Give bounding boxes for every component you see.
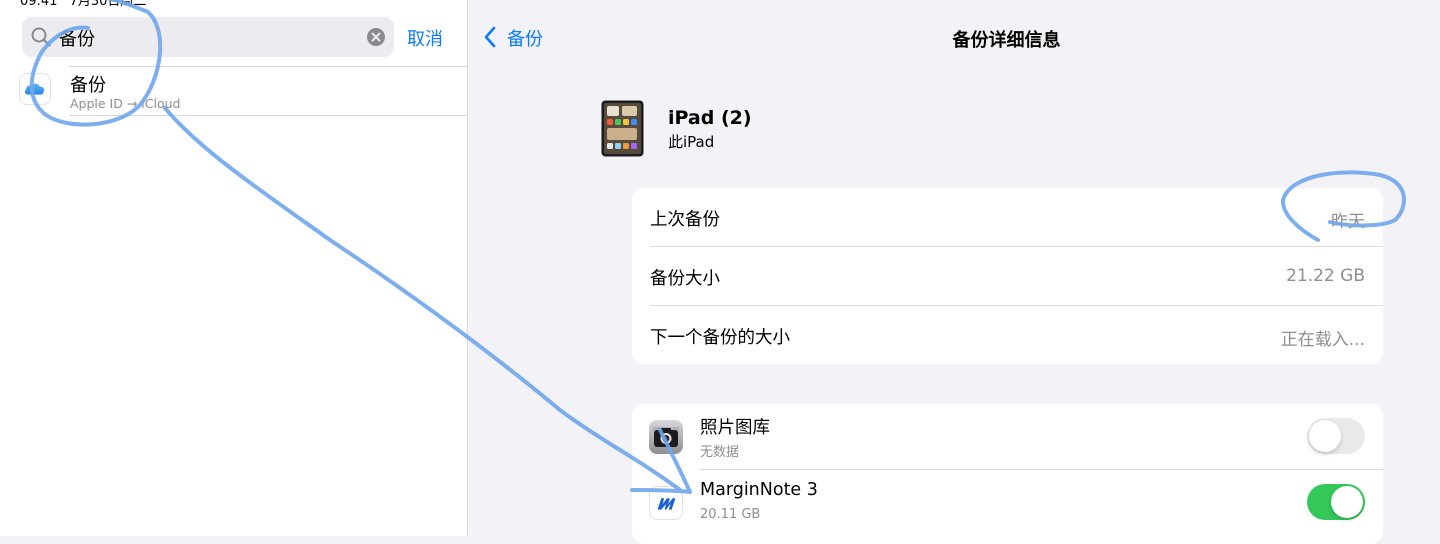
- info-row-backup-size: 备份大小 21.22 GB: [632, 247, 1383, 305]
- search-result-item[interactable]: 备份 Apple ID → iCloud: [0, 67, 468, 115]
- marginnote-icon: [649, 486, 683, 520]
- info-row-last-backup: 上次备份 昨天: [632, 188, 1383, 246]
- backup-detail-pane: 备份 备份详细信息 iPad (2) 此iPad 上次备份 昨天 备份大小 21…: [469, 0, 1440, 544]
- device-subtitle: 此iPad: [668, 133, 715, 151]
- camera-icon: [649, 420, 683, 454]
- app-detail: 无数据: [700, 445, 740, 460]
- app-detail: 20.11 GB: [700, 507, 761, 522]
- search-query[interactable]: 备份: [59, 25, 95, 51]
- toggle-knob: [1309, 420, 1341, 452]
- status-bar: 09:41 7月30日周二: [20, 0, 146, 9]
- photos-backup-toggle[interactable]: [1307, 418, 1365, 454]
- search-input[interactable]: 备份: [22, 17, 394, 57]
- marginnote-backup-toggle[interactable]: [1307, 484, 1365, 520]
- app-row-marginnote: MarginNote 3 20.11 GB: [632, 470, 1383, 534]
- result-title: 备份: [70, 75, 106, 96]
- icloud-icon: [19, 73, 51, 105]
- clear-icon[interactable]: [366, 27, 386, 47]
- info-value: 21.22 GB: [1286, 266, 1365, 286]
- cancel-button[interactable]: 取消: [407, 25, 443, 51]
- info-label: 下一个备份的大小: [650, 328, 790, 348]
- info-row-next-backup-size: 下一个备份的大小 正在载入...: [632, 306, 1383, 364]
- divider: [69, 115, 468, 116]
- app-row-photos: 照片图库 无数据: [632, 404, 1383, 468]
- app-name: 照片图库: [700, 418, 770, 438]
- search-icon: [31, 27, 51, 47]
- app-name: MarginNote 3: [700, 480, 818, 500]
- search-sidebar: 09:41 7月30日周二 备份 取消 备份 Apple ID → iCloud: [0, 0, 468, 536]
- ipad-icon: [601, 100, 644, 157]
- device-name: iPad (2): [668, 107, 752, 129]
- toggle-knob: [1331, 486, 1363, 518]
- info-value: 正在载入...: [1280, 330, 1365, 350]
- info-label: 备份大小: [650, 269, 720, 289]
- status-date: 7月30日周二: [69, 0, 147, 9]
- backup-info-card: 上次备份 昨天 备份大小 21.22 GB 下一个备份的大小 正在载入...: [632, 188, 1383, 364]
- status-time: 09:41: [20, 0, 58, 9]
- result-path: Apple ID → iCloud: [70, 96, 181, 111]
- info-value: 昨天: [1331, 212, 1365, 232]
- page-title: 备份详细信息: [952, 30, 1061, 51]
- app-backup-list: 照片图库 无数据 MarginNote 3 20.11 GB: [632, 404, 1383, 544]
- info-label: 上次备份: [650, 210, 720, 230]
